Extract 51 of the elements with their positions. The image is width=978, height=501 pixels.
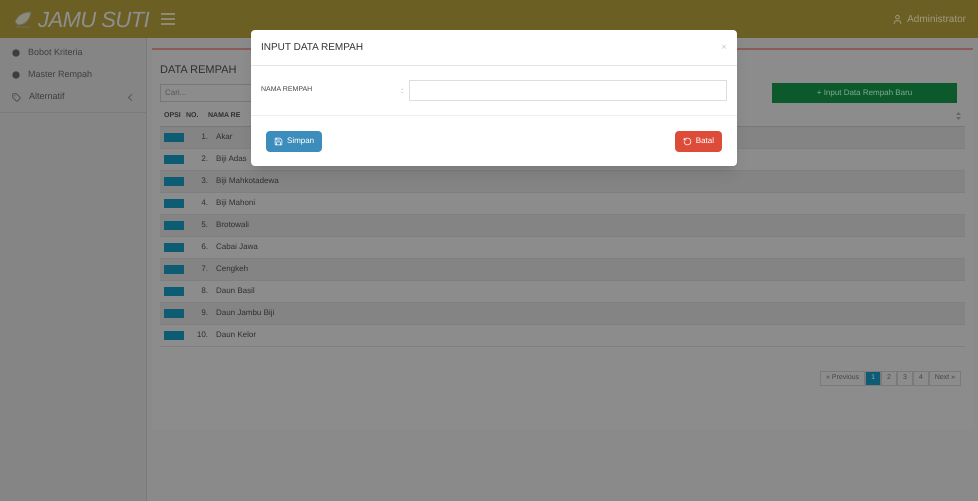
option-button[interactable] [164, 220, 184, 230]
table-cell-text: 6. [200, 241, 208, 253]
table-cell: Akar [216, 131, 232, 143]
tag-icon [12, 92, 21, 102]
option-button[interactable] [164, 330, 184, 340]
table-cell-text: 5. [200, 219, 208, 231]
user-icon [892, 14, 904, 24]
cancel-button[interactable]: Batal [674, 130, 722, 152]
table-cell-text: 4. [200, 197, 208, 209]
table-cell: Biji Mahkotadewa [216, 175, 279, 187]
option-button[interactable] [164, 176, 184, 186]
separator: : [401, 84, 404, 96]
input-field[interactable] [409, 80, 727, 101]
save-icon [274, 136, 283, 146]
table-cell: Brotowali [216, 219, 249, 231]
modal-title: INPUT DATA REMPAH [261, 41, 364, 55]
table-cell-text: 9. [200, 307, 208, 319]
option-button[interactable] [164, 154, 184, 164]
table-cell-text: 7. [200, 263, 208, 275]
sidebar-item[interactable]: Alternatif [0, 86, 146, 108]
circle-icon [12, 49, 20, 57]
close-button[interactable]: × [721, 40, 727, 55]
add-button[interactable]: + Input Data Rempah Baru [772, 82, 957, 102]
user-menu[interactable]: Administrator [907, 12, 966, 26]
logo: JAMU SUTI [38, 6, 150, 34]
undo-icon [682, 136, 692, 146]
option-button[interactable] [164, 132, 184, 142]
sort-icon [956, 112, 961, 120]
option-button[interactable] [164, 242, 184, 252]
sidebar-item[interactable]: Master Rempah [0, 64, 146, 86]
table-cell: Daun Basil [216, 285, 255, 297]
table-cell: Cengkeh [216, 263, 248, 275]
table-cell: Daun Jambu Biji [216, 307, 274, 319]
save-button[interactable]: Simpan [266, 130, 322, 152]
circle-icon [12, 71, 20, 79]
table-cell-text: 3. [200, 175, 208, 187]
table-cell-text: 10. [196, 329, 208, 341]
option-button[interactable] [164, 308, 184, 318]
menu-icon[interactable] [161, 13, 176, 25]
option-button[interactable] [164, 198, 184, 208]
option-button[interactable] [164, 286, 184, 296]
sidebar-item[interactable]: Bobot Kriteria [0, 42, 146, 64]
table-cell-text: 1. [200, 131, 208, 143]
table-cell: Biji Adas [216, 153, 247, 165]
table-cell: Cabai Jawa [216, 241, 258, 253]
option-button[interactable] [164, 264, 184, 274]
table-cell-text: 2. [200, 153, 208, 165]
table-cell: Biji Mahoni [216, 197, 256, 209]
table-cell: Daun Kelor [216, 329, 256, 341]
table-cell-text: 8. [200, 285, 208, 297]
section-title: DATA REMPAH [160, 63, 238, 78]
